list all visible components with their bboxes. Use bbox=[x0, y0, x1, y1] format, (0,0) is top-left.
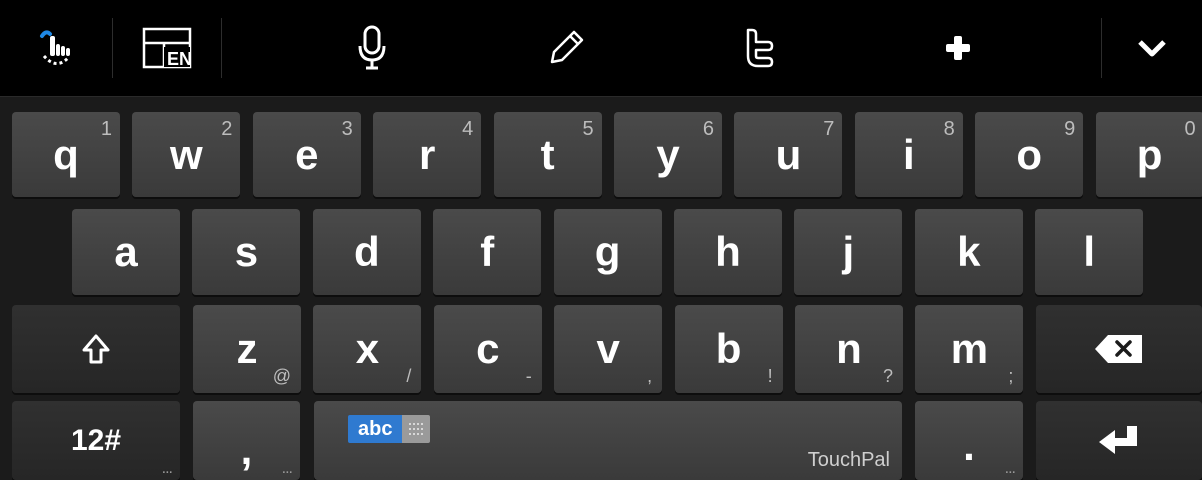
enter-key[interactable] bbox=[1036, 401, 1202, 480]
period-key[interactable]: . ... bbox=[915, 401, 1023, 480]
toolbar: EN bbox=[0, 0, 1202, 97]
key-y[interactable]: y6 bbox=[614, 112, 722, 197]
backspace-key[interactable] bbox=[1036, 305, 1202, 393]
key-r[interactable]: r4 bbox=[373, 112, 482, 197]
key-number-hint: 4 bbox=[462, 118, 474, 140]
key-label: f bbox=[480, 228, 495, 275]
key-u[interactable]: u7 bbox=[734, 112, 843, 197]
key-label: b bbox=[715, 325, 742, 372]
key-s[interactable]: s bbox=[192, 209, 301, 295]
shift-arrow-icon bbox=[12, 305, 180, 393]
key-g[interactable]: g bbox=[553, 209, 662, 295]
key-symbol-hint: ! bbox=[767, 366, 773, 386]
key-number-hint: 2 bbox=[221, 118, 233, 140]
microphone-icon[interactable] bbox=[322, 0, 422, 96]
key-symbol-hint: - bbox=[525, 366, 532, 386]
key-w[interactable]: w2 bbox=[132, 112, 241, 197]
symbols-key[interactable]: 12# ... bbox=[12, 401, 180, 480]
key-symbol-hint: @ bbox=[272, 366, 291, 386]
enter-icon bbox=[1036, 401, 1202, 480]
key-z[interactable]: z @ bbox=[193, 305, 301, 393]
key-c[interactable]: c- bbox=[433, 305, 542, 393]
touch-gesture-icon[interactable] bbox=[0, 0, 112, 96]
grid-icon bbox=[402, 415, 431, 443]
key-label: k bbox=[957, 228, 981, 275]
key-label: x bbox=[355, 325, 380, 372]
key-a[interactable]: a bbox=[72, 209, 180, 295]
chevron-down-icon[interactable] bbox=[1102, 0, 1202, 96]
key-number-hint: 0 bbox=[1184, 118, 1196, 140]
key-l[interactable]: l bbox=[1035, 209, 1144, 295]
more-hint: ... bbox=[281, 460, 293, 477]
key-i[interactable]: i8 bbox=[854, 112, 963, 197]
key-symbol-hint: / bbox=[406, 366, 412, 386]
key-p[interactable]: p0 bbox=[1095, 112, 1202, 197]
key-label: l bbox=[1083, 228, 1096, 275]
key-label: v bbox=[596, 325, 620, 372]
comma-key[interactable]: , ... bbox=[193, 401, 300, 480]
key-x[interactable]: x / bbox=[313, 305, 422, 393]
plus-icon[interactable] bbox=[908, 0, 1008, 96]
key-label: a bbox=[114, 228, 138, 275]
key-t[interactable]: t5 bbox=[493, 112, 602, 197]
key-f[interactable]: f bbox=[433, 209, 542, 295]
key-e[interactable]: e3 bbox=[252, 112, 361, 197]
key-b[interactable]: b! bbox=[674, 305, 783, 393]
layout-en-icon[interactable]: EN bbox=[113, 0, 221, 96]
key-q[interactable]: q1 bbox=[12, 112, 120, 197]
key-label: d bbox=[353, 228, 380, 275]
svg-text:EN: EN bbox=[167, 49, 192, 69]
key-n[interactable]: n? bbox=[795, 305, 903, 393]
key-number-hint: 1 bbox=[100, 118, 112, 140]
more-hint: ... bbox=[161, 460, 173, 477]
key-v[interactable]: v, bbox=[554, 305, 663, 393]
input-mode-indicator: abc bbox=[348, 415, 431, 443]
key-number-hint: 3 bbox=[341, 118, 353, 140]
key-label: m bbox=[950, 325, 989, 372]
keyboard: q1w2e3r4t5y6u7i8o9p0 asdfghjkl z @ x / c - v, b… bbox=[0, 97, 1202, 480]
key-h[interactable]: h bbox=[674, 209, 782, 295]
key-m[interactable]: m; bbox=[915, 305, 1024, 393]
key-label: g bbox=[594, 228, 621, 275]
backspace-icon bbox=[1036, 305, 1202, 393]
key-label: s bbox=[234, 228, 259, 275]
twitter-icon[interactable] bbox=[708, 0, 808, 96]
key-label: j bbox=[842, 228, 855, 275]
pencil-icon[interactable] bbox=[516, 0, 616, 96]
key-k[interactable]: k bbox=[914, 209, 1023, 295]
key-j[interactable]: j bbox=[794, 209, 903, 295]
shift-key[interactable] bbox=[12, 305, 180, 393]
more-hint: ... bbox=[1004, 460, 1016, 477]
key-symbol-hint: , bbox=[647, 366, 653, 386]
key-symbol-hint: ? bbox=[882, 366, 893, 386]
key-number-hint: 9 bbox=[1064, 118, 1076, 140]
brand-label: TouchPal bbox=[807, 449, 890, 471]
key-symbol-hint: ; bbox=[1008, 366, 1014, 386]
space-key[interactable]: abc TouchPal bbox=[314, 401, 902, 480]
key-number-hint: 7 bbox=[823, 118, 835, 140]
key-number-hint: 5 bbox=[582, 118, 594, 140]
key-number-hint: 6 bbox=[702, 118, 714, 140]
key-number-hint: 8 bbox=[943, 118, 955, 140]
key-d[interactable]: d bbox=[312, 209, 421, 295]
key-label: h bbox=[715, 228, 741, 275]
key-o[interactable]: o9 bbox=[975, 112, 1084, 197]
